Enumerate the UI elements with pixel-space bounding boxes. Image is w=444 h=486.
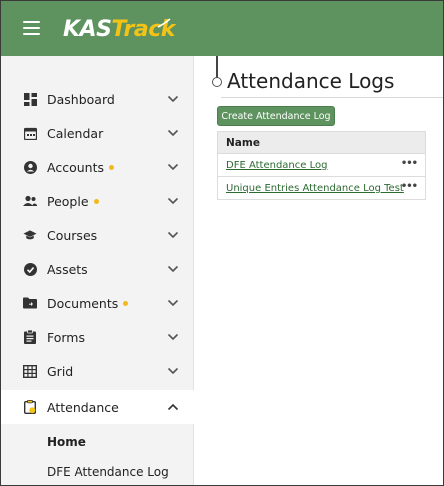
check-circle-icon <box>23 262 37 276</box>
create-attendance-log-button[interactable]: Create Attendance Log <box>217 106 335 126</box>
sidebar-item-people[interactable]: People <box>1 184 194 218</box>
more-options-icon[interactable]: ••• <box>401 158 418 169</box>
chevron-down-icon[interactable] <box>167 231 179 239</box>
calendar-icon <box>23 126 37 140</box>
attendance-log-link[interactable]: DFE Attendance Log <box>226 160 327 171</box>
hamburger-menu-icon[interactable] <box>23 21 40 35</box>
sidebar-item-label: Grid <box>47 363 74 379</box>
more-options-icon[interactable]: ••• <box>401 181 418 192</box>
sidebar-item-label: Calendar <box>47 125 104 141</box>
sidebar-item-label: Forms <box>47 329 86 345</box>
sidebar-item-forms[interactable]: Forms <box>1 320 194 354</box>
sidebar-item-label: Dashboard <box>47 91 115 107</box>
chevron-down-icon[interactable] <box>167 265 179 273</box>
logo-swoosh-icon <box>157 18 171 28</box>
attendance-icon <box>23 400 37 414</box>
clipboard-icon <box>23 330 37 344</box>
chevron-down-icon[interactable] <box>167 129 179 137</box>
sidebar-subitem-dfe-attendance-log[interactable]: DFE Attendance Log <box>47 465 169 479</box>
sidebar-item-label: People <box>47 194 99 209</box>
title-marker-circle <box>212 77 222 87</box>
sidebar-item-grid[interactable]: Grid <box>1 354 194 388</box>
chevron-down-icon[interactable] <box>167 367 179 375</box>
grid-icon <box>23 364 37 378</box>
table-row: Unique Entries Attendance Log Test ••• <box>217 177 426 200</box>
sidebar-item-assets[interactable]: Assets <box>1 252 194 286</box>
sidebar-item-label: Courses <box>47 227 98 243</box>
app-window: KAS Track Dashboard Calendar Accounts Pe… <box>0 0 444 486</box>
notification-dot <box>123 300 129 306</box>
people-icon <box>23 194 37 208</box>
table-row: DFE Attendance Log ••• <box>217 154 426 177</box>
account-icon <box>23 160 37 174</box>
chevron-down-icon[interactable] <box>167 163 179 171</box>
chevron-down-icon[interactable] <box>167 333 179 341</box>
dashboard-icon <box>23 92 37 106</box>
sidebar-item-dashboard[interactable]: Dashboard <box>1 82 194 116</box>
chevron-down-icon[interactable] <box>167 299 179 307</box>
top-bar: KAS Track <box>1 1 443 56</box>
title-underline <box>221 97 443 98</box>
kastrack-logo[interactable]: KAS Track <box>63 15 175 43</box>
attendance-log-link[interactable]: Unique Entries Attendance Log Test <box>226 183 404 194</box>
logo-text-kas: KAS <box>63 16 112 42</box>
notification-dot <box>93 198 99 204</box>
page-title: Attendance Logs <box>227 69 395 93</box>
title-connector-line <box>216 56 218 78</box>
sidebar-item-courses[interactable]: Courses <box>1 218 194 252</box>
sidebar-item-label: Attendance <box>47 399 119 415</box>
chevron-down-icon[interactable] <box>167 197 179 205</box>
sidebar-item-attendance[interactable]: Attendance <box>1 390 194 424</box>
sidebar-item-documents[interactable]: Documents <box>1 286 194 320</box>
sidebar-item-accounts[interactable]: Accounts <box>1 150 194 184</box>
sidebar: Dashboard Calendar Accounts People Cours… <box>1 56 194 485</box>
sidebar-item-label: Documents <box>47 296 129 311</box>
sidebar-item-calendar[interactable]: Calendar <box>1 116 194 150</box>
sidebar-subitem-home[interactable]: Home <box>47 435 86 449</box>
graduation-cap-icon <box>23 228 37 242</box>
chevron-down-icon[interactable] <box>167 95 179 103</box>
chevron-up-icon[interactable] <box>167 403 179 411</box>
notification-dot <box>108 164 114 170</box>
table-header-name: Name <box>217 131 426 154</box>
sidebar-item-label: Assets <box>47 261 88 277</box>
sidebar-item-label: Accounts <box>47 160 114 175</box>
folder-icon <box>23 296 37 310</box>
attendance-logs-table: Name DFE Attendance Log ••• Unique Entri… <box>217 131 426 200</box>
